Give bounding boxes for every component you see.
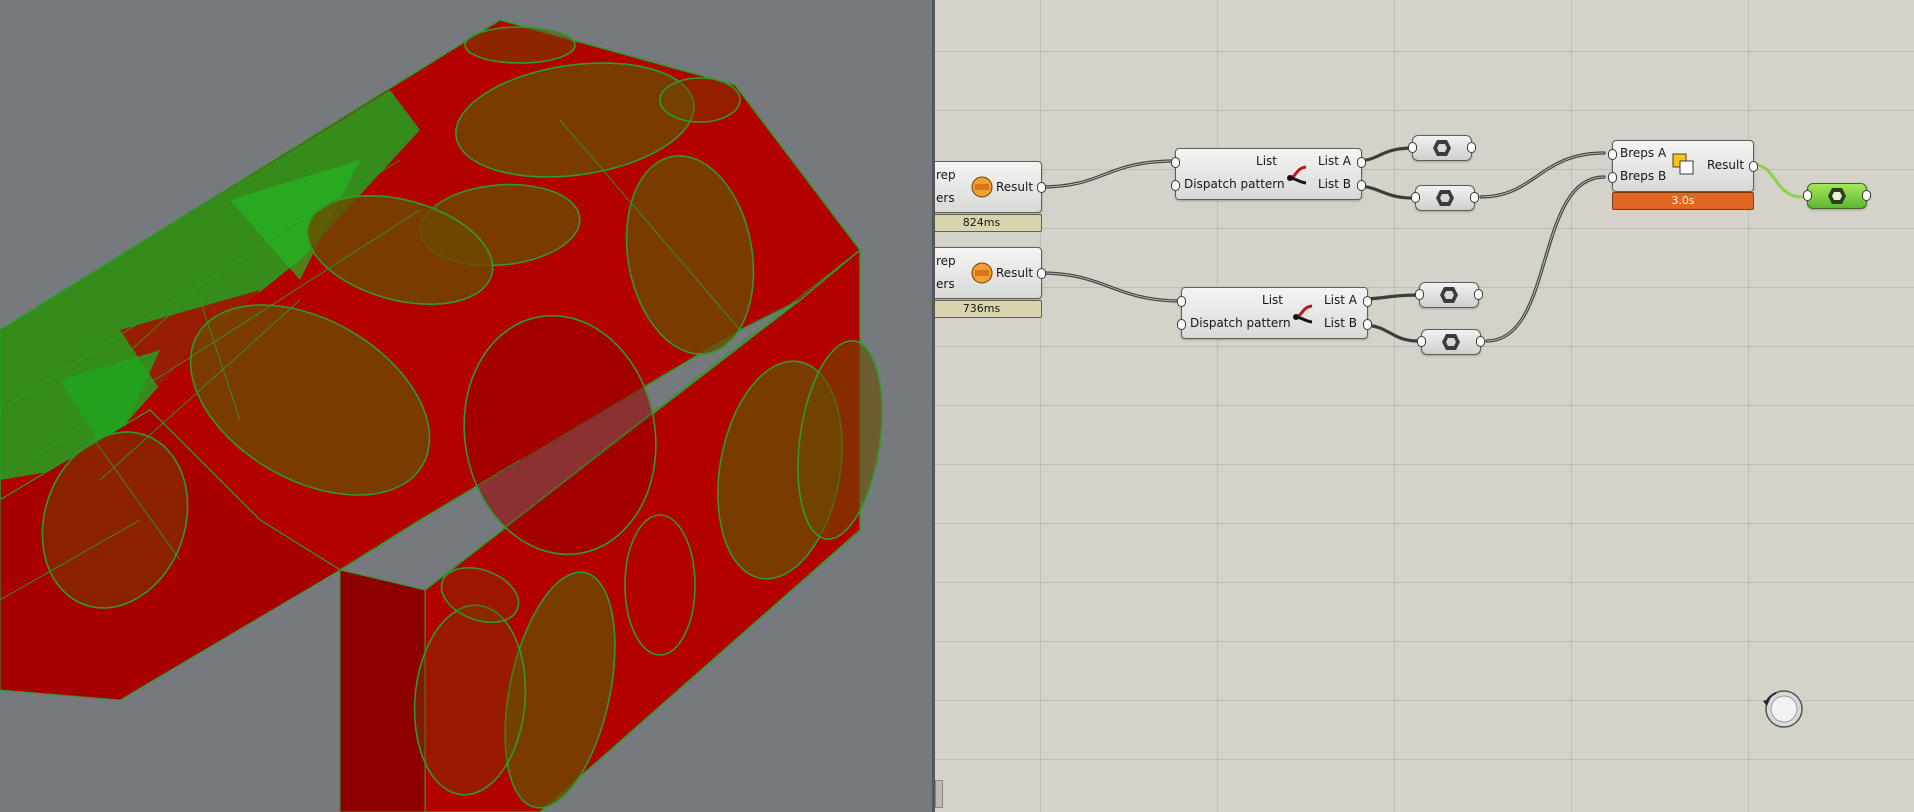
input-grip-list[interactable] bbox=[1177, 296, 1186, 307]
brep-param-icon bbox=[1436, 190, 1454, 206]
output-grip-list-b[interactable] bbox=[1363, 319, 1372, 330]
boolean-difference-component[interactable]: Breps A Breps B Result bbox=[1608, 140, 1758, 192]
brep-param-icon bbox=[1828, 188, 1846, 204]
output-label-list-b: List B bbox=[1318, 177, 1352, 191]
input-label-breakers: ers bbox=[936, 191, 955, 205]
overlap-ellipse bbox=[659, 77, 741, 123]
input-grip-breps-b[interactable] bbox=[1608, 172, 1617, 183]
brep-param-top-b[interactable] bbox=[1411, 185, 1479, 211]
wire-highlight bbox=[1480, 152, 1605, 198]
wire-highlight bbox=[1040, 272, 1182, 302]
output-label-result: Result bbox=[996, 266, 1034, 280]
input-grip[interactable] bbox=[1417, 336, 1426, 347]
input-grip-pattern[interactable] bbox=[1171, 180, 1180, 191]
profiler-timer: 824ms bbox=[935, 214, 1042, 232]
input-label-breps-b: Breps B bbox=[1620, 169, 1667, 183]
output-label-result: Result bbox=[1707, 158, 1745, 172]
overlap-ellipse bbox=[464, 26, 576, 64]
rhino-viewport[interactable] bbox=[0, 0, 932, 812]
input-grip[interactable] bbox=[1415, 289, 1424, 300]
wire-selected bbox=[1754, 163, 1804, 199]
viewport-geometry bbox=[0, 19, 883, 812]
output-label-list-a: List A bbox=[1318, 154, 1351, 168]
input-label-brep: rep bbox=[936, 168, 956, 182]
input-grip-list[interactable] bbox=[1171, 157, 1180, 168]
solid-union-component-bottom[interactable]: rep ers Result bbox=[935, 247, 1046, 299]
dispatch-icon bbox=[1286, 162, 1310, 189]
input-grip-pattern[interactable] bbox=[1177, 319, 1186, 330]
output-label-list-a: List A bbox=[1324, 293, 1357, 307]
brep-param-icon bbox=[1440, 287, 1458, 303]
wire-highlight bbox=[1486, 176, 1605, 342]
output-grip-list-b[interactable] bbox=[1357, 180, 1366, 191]
brep-param-icon bbox=[1442, 334, 1460, 350]
profiler-timer: 736ms bbox=[935, 300, 1042, 318]
input-grip-breps-a[interactable] bbox=[1608, 149, 1617, 160]
brep-param-bottom-b[interactable] bbox=[1417, 329, 1485, 355]
input-grip[interactable] bbox=[1803, 190, 1812, 201]
output-label-result: Result bbox=[996, 180, 1034, 194]
input-label-brep: rep bbox=[936, 254, 956, 268]
wire bbox=[1479, 151, 1606, 199]
brep-param-result-selected[interactable] bbox=[1803, 183, 1871, 209]
input-label-list: List bbox=[1262, 293, 1283, 307]
profiler-timer-warning: 3.0s bbox=[1612, 192, 1754, 210]
output-grip-list-a[interactable] bbox=[1357, 157, 1366, 168]
output-grip[interactable] bbox=[1476, 336, 1485, 347]
boolean-difference-icon bbox=[1671, 152, 1695, 181]
input-grip[interactable] bbox=[1411, 192, 1420, 203]
brep-param-top-a[interactable] bbox=[1408, 135, 1476, 161]
input-label-dispatch-pattern: Dispatch pattern bbox=[1190, 316, 1291, 330]
output-grip[interactable] bbox=[1037, 268, 1046, 279]
input-label-list: List bbox=[1256, 154, 1277, 168]
output-grip[interactable] bbox=[1037, 182, 1046, 193]
output-label-list-b: List B bbox=[1324, 316, 1358, 330]
grasshopper-canvas[interactable]: rep ers Result 824ms rep ers Result 736m… bbox=[935, 0, 1914, 812]
output-grip[interactable] bbox=[1467, 142, 1476, 153]
solid-union-icon bbox=[970, 175, 994, 202]
box-inner-face bbox=[339, 569, 426, 812]
wire bbox=[1039, 159, 1177, 189]
brep-param-bottom-a[interactable] bbox=[1415, 282, 1483, 308]
solid-union-component-top[interactable]: rep ers Result bbox=[935, 161, 1046, 213]
input-grip[interactable] bbox=[1408, 142, 1417, 153]
output-grip[interactable] bbox=[1470, 192, 1479, 203]
output-grip-result[interactable] bbox=[1749, 161, 1758, 172]
solid-union-icon bbox=[970, 261, 994, 288]
input-label-dispatch-pattern: Dispatch pattern bbox=[1184, 177, 1285, 191]
input-label-breakers: ers bbox=[936, 277, 955, 291]
brep-param-icon bbox=[1433, 140, 1451, 156]
dispatch-component-top[interactable]: List Dispatch pattern List A List B bbox=[1171, 148, 1366, 200]
dispatch-component-bottom[interactable]: List Dispatch pattern List A List B bbox=[1177, 287, 1372, 339]
output-grip-list-a[interactable] bbox=[1363, 296, 1372, 307]
dispatch-icon bbox=[1292, 301, 1316, 328]
navigator-icon[interactable] bbox=[1760, 689, 1804, 733]
output-grip[interactable] bbox=[1862, 190, 1871, 201]
output-grip[interactable] bbox=[1474, 289, 1483, 300]
canvas-scrollbar-handle[interactable] bbox=[935, 780, 943, 808]
input-label-breps-a: Breps A bbox=[1620, 146, 1667, 160]
